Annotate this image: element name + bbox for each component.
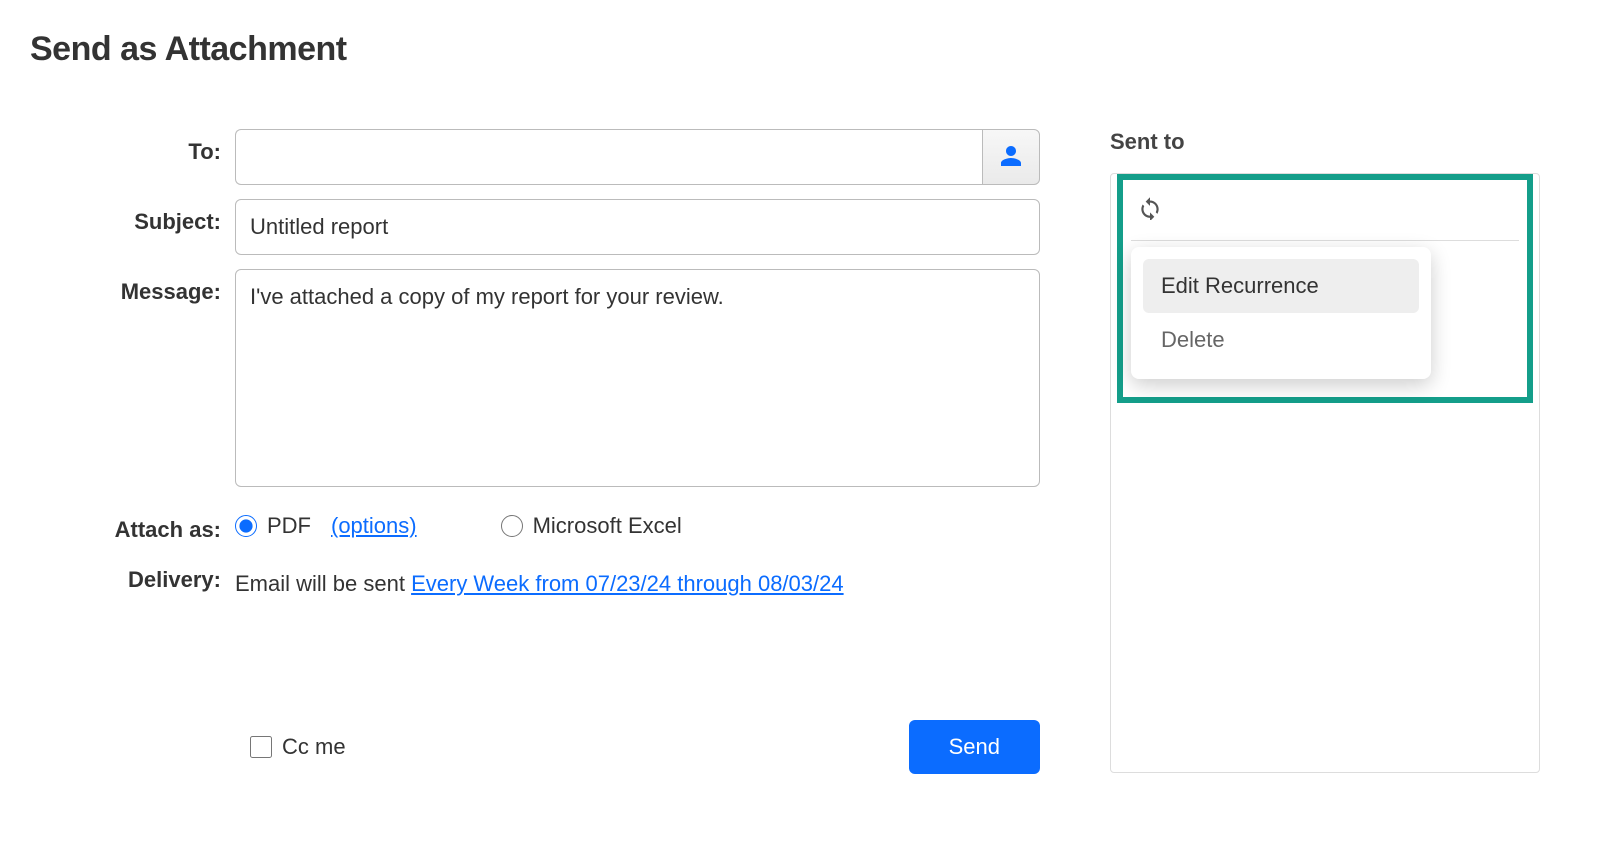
page-title: Send as Attachment xyxy=(30,30,1570,69)
person-icon xyxy=(999,144,1023,171)
to-label: To: xyxy=(30,129,235,165)
subject-label: Subject: xyxy=(30,199,235,235)
attach-as-label: Attach as: xyxy=(30,507,235,543)
sent-to-panel: Edit Recurrence Delete xyxy=(1110,173,1540,773)
delivery-prefix: Email will be sent xyxy=(235,571,411,596)
message-label: Message: xyxy=(30,269,235,305)
sent-to-title: Sent to xyxy=(1110,129,1540,155)
message-textarea[interactable]: I've attached a copy of my report for yo… xyxy=(235,269,1040,487)
cc-me-label: Cc me xyxy=(282,734,346,760)
attach-pdf-radio[interactable]: PDF xyxy=(235,513,311,539)
attach-excel-radio[interactable]: Microsoft Excel xyxy=(501,513,682,539)
cc-me-checkbox[interactable]: Cc me xyxy=(250,734,346,760)
pdf-options-link[interactable]: (options) xyxy=(331,513,417,539)
pdf-radio-input[interactable] xyxy=(235,515,257,537)
pdf-radio-label: PDF xyxy=(267,513,311,539)
recurring-item[interactable] xyxy=(1131,188,1519,241)
to-input[interactable] xyxy=(235,129,982,185)
pick-contact-button[interactable] xyxy=(982,129,1040,185)
subject-input[interactable] xyxy=(235,199,1040,255)
excel-radio-label: Microsoft Excel xyxy=(533,513,682,539)
highlighted-area: Edit Recurrence Delete xyxy=(1117,174,1533,403)
context-menu: Edit Recurrence Delete xyxy=(1131,247,1431,379)
delete-menu-item[interactable]: Delete xyxy=(1143,313,1419,367)
delivery-label: Delivery: xyxy=(30,557,235,593)
delivery-schedule-link[interactable]: Every Week from 07/23/24 through 08/03/2… xyxy=(411,571,844,596)
cc-me-input[interactable] xyxy=(250,736,272,758)
send-form: To: Subject: Message: xyxy=(30,129,1040,774)
recurring-icon xyxy=(1137,194,1163,226)
excel-radio-input[interactable] xyxy=(501,515,523,537)
edit-recurrence-menu-item[interactable]: Edit Recurrence xyxy=(1143,259,1419,313)
send-button[interactable]: Send xyxy=(909,720,1040,774)
